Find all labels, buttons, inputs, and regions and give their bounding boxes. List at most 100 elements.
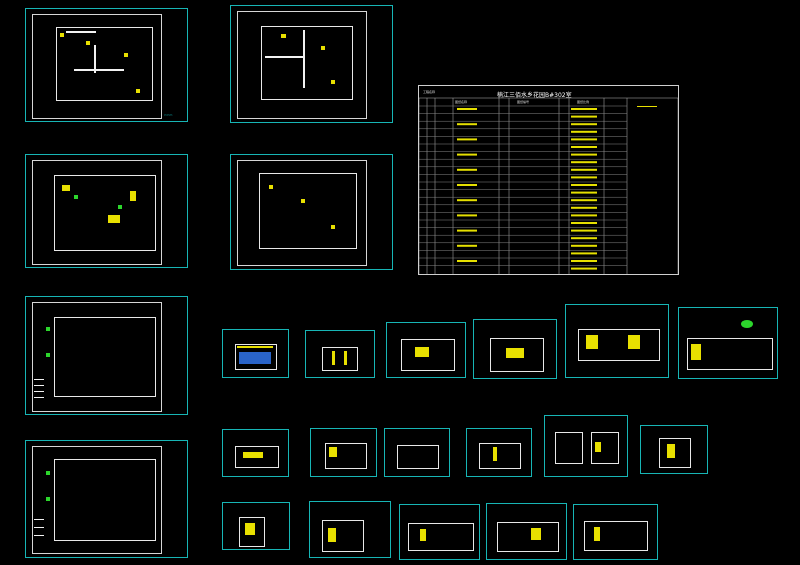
legend-line — [34, 519, 44, 520]
elevation-detail — [329, 447, 337, 457]
floor-plan — [54, 459, 156, 541]
row-code-mark — [571, 214, 597, 217]
elevation-sheet-8[interactable] — [310, 428, 377, 477]
row-code-mark — [571, 229, 597, 232]
row-code-mark — [571, 237, 597, 240]
row-text-mark — [457, 184, 477, 186]
wall — [265, 56, 305, 58]
row-code-mark — [571, 252, 597, 255]
legend-line — [34, 535, 44, 536]
column-marker — [331, 80, 335, 84]
column-marker — [124, 53, 128, 57]
column-marker — [136, 89, 140, 93]
plant-symbol — [118, 205, 122, 209]
elevation-detail — [595, 442, 601, 452]
elevation-detail — [332, 351, 335, 365]
elevation-sheet-15[interactable] — [399, 504, 480, 560]
elevation-detail — [667, 444, 675, 458]
row-code-mark — [571, 130, 597, 133]
elevation-detail — [506, 348, 524, 358]
row-code-mark — [571, 206, 597, 209]
row-code-mark — [571, 199, 597, 202]
plant-symbol — [46, 353, 50, 357]
elevation-sheet-12[interactable] — [640, 425, 708, 474]
row-code-mark — [571, 146, 597, 148]
row-code-mark — [571, 138, 597, 141]
elevation-sheet-1[interactable] — [222, 329, 289, 378]
elevation — [408, 523, 474, 551]
elevation — [397, 445, 439, 469]
cad-canvas: ▭▭▭ 楠江三佰水乡花园B#302室 工程名称 图纸名称 图纸编号 图纸比例 — [0, 0, 800, 565]
row-text-mark — [457, 199, 477, 202]
plant-symbol — [74, 195, 78, 199]
elevation-sheet-7[interactable] — [222, 429, 289, 477]
column-marker — [60, 33, 64, 37]
row-code-mark — [571, 123, 597, 126]
floor-plan-sheet-3[interactable] — [25, 154, 188, 268]
elevation-sheet-5[interactable] — [565, 304, 669, 378]
floor-plan — [261, 26, 353, 100]
elevation-sheet-14[interactable] — [309, 501, 391, 558]
row-code-mark — [571, 108, 597, 110]
wall — [66, 31, 96, 33]
elevation-detail — [243, 452, 263, 458]
schedule-header-scale: 图纸比例 — [577, 100, 590, 104]
elevation-detail — [531, 528, 541, 540]
note-line — [637, 106, 657, 107]
drawing-schedule-sheet[interactable]: 楠江三佰水乡花园B#302室 工程名称 图纸名称 图纸编号 图纸比例 — [418, 85, 679, 275]
elevation-detail — [237, 346, 273, 348]
elevation-sheet-10[interactable] — [466, 428, 532, 477]
row-code-mark — [571, 153, 597, 156]
row-text-mark — [457, 260, 477, 262]
elevation-detail — [586, 335, 598, 349]
floor-plan-sheet-2[interactable] — [230, 5, 393, 123]
schedule-notes — [631, 106, 673, 166]
elevation-fill — [239, 352, 271, 364]
elevation-detail — [594, 527, 600, 541]
elevation-sheet-13[interactable] — [222, 502, 290, 550]
row-code-mark — [571, 161, 597, 164]
schedule-header-project: 工程名称 — [423, 90, 436, 94]
furniture — [130, 191, 136, 201]
wall — [303, 30, 305, 88]
floor-plan-sheet-5[interactable] — [25, 296, 188, 415]
row-text-mark — [457, 108, 477, 110]
elevation-detail — [415, 347, 429, 357]
floor-plan-sheet-4[interactable] — [230, 154, 393, 270]
elevation-sheet-6[interactable] — [678, 307, 778, 379]
plant-symbol — [46, 327, 50, 331]
elevation — [555, 432, 583, 464]
elevation-sheet-9[interactable] — [384, 428, 450, 477]
plant-symbol — [46, 471, 50, 475]
elevation-sheet-16[interactable] — [486, 503, 567, 560]
elevation — [322, 347, 358, 371]
row-text-mark — [457, 153, 477, 156]
row-text-mark — [457, 214, 477, 217]
elevation-detail — [691, 344, 701, 360]
elevation-detail — [245, 523, 255, 535]
elevation-detail — [344, 351, 347, 365]
column-marker — [86, 41, 90, 45]
elevation-sheet-17[interactable] — [573, 504, 658, 560]
schedule-header-drawing-name: 图纸名称 — [455, 100, 468, 104]
schedule-header-drawing-number: 图纸编号 — [517, 100, 530, 104]
elevation-sheet-3[interactable] — [386, 322, 466, 378]
elevation-sheet-11[interactable] — [544, 415, 628, 477]
elevation-sheet-4[interactable] — [473, 319, 557, 379]
elevation-sheet-2[interactable] — [305, 330, 375, 378]
dimension-marker — [301, 199, 305, 203]
furniture — [108, 215, 120, 223]
legend-line — [34, 527, 44, 528]
row-code-mark — [571, 184, 597, 186]
row-text-mark — [457, 229, 477, 232]
column-marker — [321, 46, 325, 50]
dimension-marker — [269, 185, 273, 189]
plant-symbol — [46, 497, 50, 501]
legend-line — [34, 397, 44, 398]
row-code-mark — [571, 168, 597, 171]
elevation-detail — [628, 335, 640, 349]
floor-plan-sheet-1[interactable]: ▭▭▭ — [25, 8, 188, 122]
floor-plan-sheet-6[interactable] — [25, 440, 188, 558]
dimension-marker — [331, 225, 335, 229]
floor-plan — [259, 173, 357, 249]
